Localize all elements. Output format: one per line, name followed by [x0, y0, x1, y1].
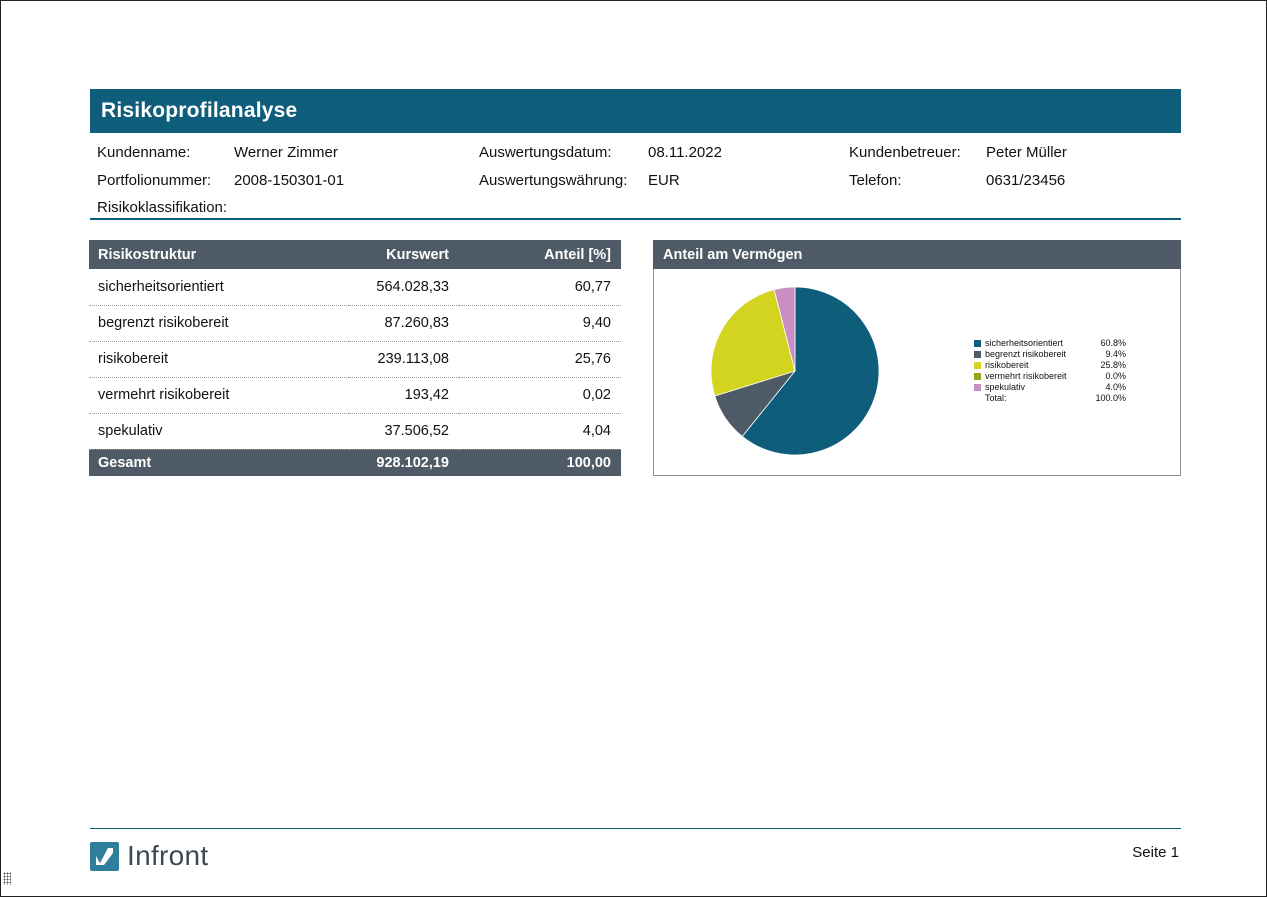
footer-divider [90, 828, 1181, 829]
portfolionummer-label: Portfolionummer: [97, 172, 234, 189]
brand-logo: Infront [90, 840, 208, 872]
table-header-row: Risikostruktur Kurswert Anteil [%] [89, 240, 621, 269]
kurswert-cell: 564.028,33 [349, 269, 459, 305]
kundenbetreuer-label: Kundenbetreuer: [849, 144, 986, 161]
table-row: spekulativ37.506,524,04 [89, 413, 621, 449]
table-row: risikobereit239.113,0825,76 [89, 341, 621, 377]
info-row-kundenbetreuer: Kundenbetreuer: Peter Müller [849, 139, 1067, 167]
anteil-cell: 0,02 [459, 377, 621, 413]
risk-category-cell: risikobereit [89, 341, 349, 377]
anteil-cell: 25,76 [459, 341, 621, 377]
legend-percentage: 60.8% [1090, 338, 1126, 349]
total-label-cell: Gesamt [89, 449, 349, 476]
info-column-customer: Kundenname: Werner Zimmer Portfolionumme… [97, 139, 344, 222]
table-row: vermehrt risikobereit193,420,02 [89, 377, 621, 413]
risk-category-cell: sicherheitsorientiert [89, 269, 349, 305]
kundenname-label: Kundenname: [97, 144, 234, 161]
legend-label: risikobereit [985, 360, 1090, 371]
info-row-auswertungsdatum: Auswertungsdatum: 08.11.2022 [479, 139, 722, 167]
legend-swatch-icon [974, 373, 981, 380]
brand-name: Infront [127, 840, 208, 872]
kurswert-cell: 239.113,08 [349, 341, 459, 377]
legend-total-label: Total: [985, 393, 1090, 404]
total-kurswert-cell: 928.102,19 [349, 449, 459, 476]
legend-swatch-icon [974, 384, 981, 391]
risk-category-cell: spekulativ [89, 413, 349, 449]
info-column-auswertung: Auswertungsdatum: 08.11.2022 Auswertungs… [479, 139, 722, 194]
auswertungswaehrung-label: Auswertungswährung: [479, 172, 648, 189]
auswertungswaehrung-value: EUR [648, 172, 680, 189]
report-header: Risikoprofilanalyse [90, 89, 1181, 133]
risk-table-body: sicherheitsorientiert564.028,3360,77begr… [89, 269, 621, 449]
legend-total-value: 100.0% [1090, 393, 1126, 404]
kundenname-value: Werner Zimmer [234, 144, 338, 161]
table-row: sicherheitsorientiert564.028,3360,77 [89, 269, 621, 305]
legend-item: risikobereit25.8% [974, 360, 1126, 371]
legend-label: sicherheitsorientiert [985, 338, 1090, 349]
chart-panel-header: Anteil am Vermögen [653, 240, 1181, 269]
legend-percentage: 9.4% [1090, 349, 1126, 360]
kurswert-cell: 193,42 [349, 377, 459, 413]
anteil-cell: 4,04 [459, 413, 621, 449]
total-row: Gesamt 928.102,19 100,00 [89, 449, 621, 476]
legend-item: begrenzt risikobereit9.4% [974, 349, 1126, 360]
kurswert-cell: 37.506,52 [349, 413, 459, 449]
anteil-cell: 60,77 [459, 269, 621, 305]
telefon-label: Telefon: [849, 172, 986, 189]
chart-panel-body: sicherheitsorientiert60.8%begrenzt risik… [653, 269, 1181, 476]
legend-percentage: 4.0% [1090, 382, 1126, 393]
telefon-value: 0631/23456 [986, 172, 1065, 189]
risk-structure-table: Risikostruktur Kurswert Anteil [%] siche… [89, 240, 621, 476]
risk-category-cell: vermehrt risikobereit [89, 377, 349, 413]
header-divider [90, 218, 1181, 220]
total-anteil-cell: 100,00 [459, 449, 621, 476]
portfolionummer-value: 2008-150301-01 [234, 172, 344, 189]
legend-total: Total:100.0% [974, 393, 1126, 404]
legend-label: vermehrt risikobereit [985, 371, 1090, 382]
chart-panel: Anteil am Vermögen sicherheitsorientiert… [653, 240, 1181, 476]
legend-percentage: 0.0% [1090, 371, 1126, 382]
legend-percentage: 25.8% [1090, 360, 1126, 371]
legend-swatch-icon [974, 351, 981, 358]
corner-dots-icon [3, 872, 11, 885]
info-row-telefon: Telefon: 0631/23456 [849, 167, 1067, 195]
auswertungsdatum-label: Auswertungsdatum: [479, 144, 648, 161]
legend-label: begrenzt risikobereit [985, 349, 1090, 360]
risk-category-cell: begrenzt risikobereit [89, 305, 349, 341]
legend-item: vermehrt risikobereit0.0% [974, 371, 1126, 382]
infront-logo-icon [90, 842, 119, 871]
page-number: Seite 1 [1132, 844, 1179, 861]
legend-swatch-icon [974, 362, 981, 369]
legend-item: sicherheitsorientiert60.8% [974, 338, 1126, 349]
info-row-kundenname: Kundenname: Werner Zimmer [97, 139, 344, 167]
col-header-kurswert: Kurswert [349, 240, 459, 269]
info-row-auswertungswaehrung: Auswertungswährung: EUR [479, 167, 722, 195]
table-row: begrenzt risikobereit87.260,839,40 [89, 305, 621, 341]
col-header-anteil: Anteil [%] [459, 240, 621, 269]
legend-item: spekulativ4.0% [974, 382, 1126, 393]
kurswert-cell: 87.260,83 [349, 305, 459, 341]
legend-swatch-icon [974, 340, 981, 347]
col-header-risikostruktur: Risikostruktur [89, 240, 349, 269]
info-column-betreuer: Kundenbetreuer: Peter Müller Telefon: 06… [849, 139, 1067, 194]
anteil-cell: 9,40 [459, 305, 621, 341]
chart-title: Anteil am Vermögen [663, 247, 802, 263]
legend-label: spekulativ [985, 382, 1090, 393]
report-page: Risikoprofilanalyse Kundenname: Werner Z… [0, 0, 1267, 897]
report-title: Risikoprofilanalyse [101, 99, 297, 123]
info-row-portfolionummer: Portfolionummer: 2008-150301-01 [97, 167, 344, 195]
risikoklassifikation-label: Risikoklassifikation: [97, 199, 234, 216]
chart-legend: sicherheitsorientiert60.8%begrenzt risik… [974, 338, 1126, 404]
kundenbetreuer-value: Peter Müller [986, 144, 1067, 161]
auswertungsdatum-value: 08.11.2022 [648, 144, 722, 161]
